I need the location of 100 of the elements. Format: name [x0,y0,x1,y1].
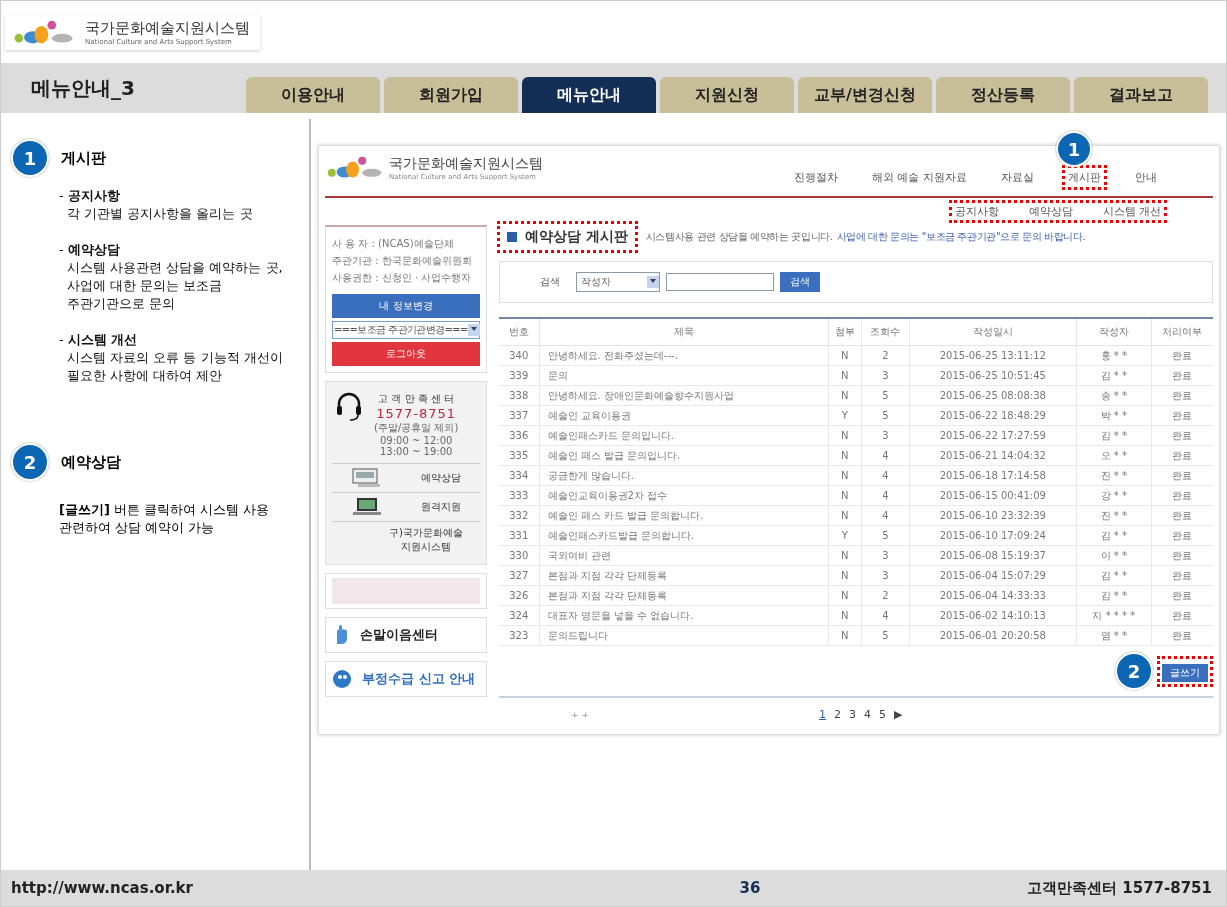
callout-badge: 1 [1056,131,1092,167]
support-link[interactable]: 원격지원 [420,500,461,514]
table-cell: 2015-06-15 00:41:09 [909,485,1077,506]
table-cell: N [828,585,862,606]
page-link[interactable]: 4 [863,708,871,721]
column-header: 번호 [499,318,539,346]
board-title-text: 예약상담 게시판 [525,228,628,246]
table-cell: 진 * * [1076,465,1152,486]
table-cell: N [828,385,862,406]
table-cell: 2015-06-25 13:11:12 [909,345,1077,366]
menu-tab[interactable]: 이용안내 [246,77,380,113]
page-link[interactable]: 5 [878,708,886,721]
banner[interactable]: 부정수급 신고 안내 [325,661,487,697]
table-cell: 2015-06-25 10:51:45 [909,365,1077,386]
table-cell: 335 [499,445,539,466]
table-cell: 김 * * [1076,365,1152,386]
nav-link[interactable]: 안내 [1129,165,1163,190]
search-button[interactable]: 검색 [780,272,820,292]
table-cell[interactable]: 궁금한게 많습니다. [539,465,829,486]
table-cell: N [828,545,862,566]
next-page-link[interactable]: ▶ [893,708,903,721]
search-input[interactable] [666,273,774,291]
table-cell: 4 [861,465,910,486]
table-cell[interactable]: 안녕하세요. 전화주셨는데---. [539,345,829,366]
write-button[interactable]: 글쓰기 [1162,663,1208,682]
menu-tab[interactable]: 메뉴안내 [522,77,656,113]
table-cell[interactable]: 예술인 교육이용권 [539,405,829,426]
my-info-button[interactable]: 내 정보변경 [332,294,480,318]
nav-link[interactable]: 자료실 [995,165,1040,190]
table-cell[interactable]: 안녕하세요. 장애인문화예술향수지원사업 [539,385,829,406]
table-cell: 송 * * [1076,385,1152,406]
board-description: 시스템사용 관련 상담을 예약하는 곳입니다. [645,230,833,244]
page-link[interactable]: 1 [818,708,826,721]
table-cell: 2015-06-22 18:48:29 [909,405,1077,426]
sub-nav-link[interactable]: 예약상담 [1028,204,1073,219]
section-heading: 게시판 [61,148,106,168]
table-cell: 3 [861,565,910,586]
search-select[interactable]: 작성자 [576,272,660,292]
menu-tab[interactable]: 결과보고 [1074,77,1208,113]
page-title: 메뉴안내_3 [31,74,136,102]
table-cell: 2015-06-22 17:27:59 [909,425,1077,446]
column-header: 처리여부 [1151,318,1213,346]
nav-link[interactable]: 진행절차 [788,165,844,190]
footer-contact: 고객만족센터 1577-8751 [1027,878,1212,898]
table-cell: 323 [499,625,539,646]
support-link[interactable]: 구)국가문화예술 지원시스템 [386,526,466,554]
table-cell[interactable]: 예술인교육이용권2차 접수 [539,485,829,506]
table-cell: 2015-06-04 15:07:29 [909,565,1077,586]
support-hours: 13:00 ~ 19:00 [380,446,453,457]
menu-tab[interactable]: 지원신청 [660,77,794,113]
nav-link[interactable]: 게시판 [1062,165,1107,190]
table-cell[interactable]: 예술인 패스 발급 문의입니다. [539,445,829,466]
table-cell: 4 [861,505,910,526]
table-cell[interactable]: 예술인패스카드 문의입니다. [539,425,829,446]
table-cell: 332 [499,505,539,526]
sub-nav-link[interactable]: 시스템 개선 [1102,204,1161,219]
table-cell[interactable]: 문의 [539,365,829,386]
table-cell: Y [828,405,862,426]
banner[interactable]: 손말이음센터 [325,617,487,653]
table-cell: 4 [861,605,910,626]
table-cell: 5 [861,405,910,426]
table-cell: 2015-06-08 15:19:37 [909,545,1077,566]
table-cell: 2015-06-01 20:20:58 [909,625,1077,646]
table-cell: 김 * * [1076,425,1152,446]
menu-tab[interactable]: 교부/변경신청 [798,77,932,113]
board-note: 사업에 대한 문의는 "보조금 주관기관"으로 문의 바랍니다. [836,230,1086,244]
table-cell: N [828,505,862,526]
table-cell[interactable]: 문의드립니다 [539,625,829,646]
page-link[interactable]: 2 [833,708,841,721]
item-label: - 예약상담 [59,241,121,259]
column-header: 제목 [539,318,829,346]
table-cell[interactable]: 대표자 영문을 넣을 수 없습니다. [539,605,829,626]
logout-button[interactable]: 로그아웃 [332,342,480,366]
table-cell: N [828,565,862,586]
table-cell: 2015-06-10 23:32:39 [909,505,1077,526]
headset-icon [336,392,362,422]
number-badge: 1 [11,139,49,177]
table-cell[interactable]: 본점과 지점 각각 단체등록 [539,565,829,586]
table-cell: 염 * * [1076,625,1152,646]
table-cell: N [828,445,862,466]
menu-tab[interactable]: 정산등록 [936,77,1070,113]
menu-tab[interactable]: 회원가입 [384,77,518,113]
table-cell[interactable]: 예술인 패스 카드 발급 문의합니다. [539,505,829,526]
support-link[interactable]: 예약상담 [420,471,461,485]
table-cell[interactable]: 국외여비 관련 [539,545,829,566]
table-cell[interactable]: 예술인패스카드발급 문의합니다. [539,525,829,546]
nav-link[interactable]: 해외 예술 지원자료 [866,165,973,190]
user-info-line: 사용권한 : 신청인 · 사업수행자 [332,271,473,285]
section-heading: 예약상담 [61,452,121,472]
table-cell: 2015-06-04 14:33:33 [909,585,1077,606]
table-cell: 홍 * * [1076,345,1152,366]
table-cell[interactable]: 본점과 지점 각각 단체등록 [539,585,829,606]
page-number: 36 [739,879,761,897]
item-label: - 공지사항 [59,187,121,205]
table-cell: 333 [499,485,539,506]
page-link[interactable]: 3 [848,708,856,721]
agency-select[interactable]: ===보조금 주관기관변경=== [332,321,480,339]
sub-nav-link[interactable]: 공지사항 [954,204,999,219]
item-label: - 시스템 개선 [59,331,139,349]
table-cell: 2 [861,585,910,606]
